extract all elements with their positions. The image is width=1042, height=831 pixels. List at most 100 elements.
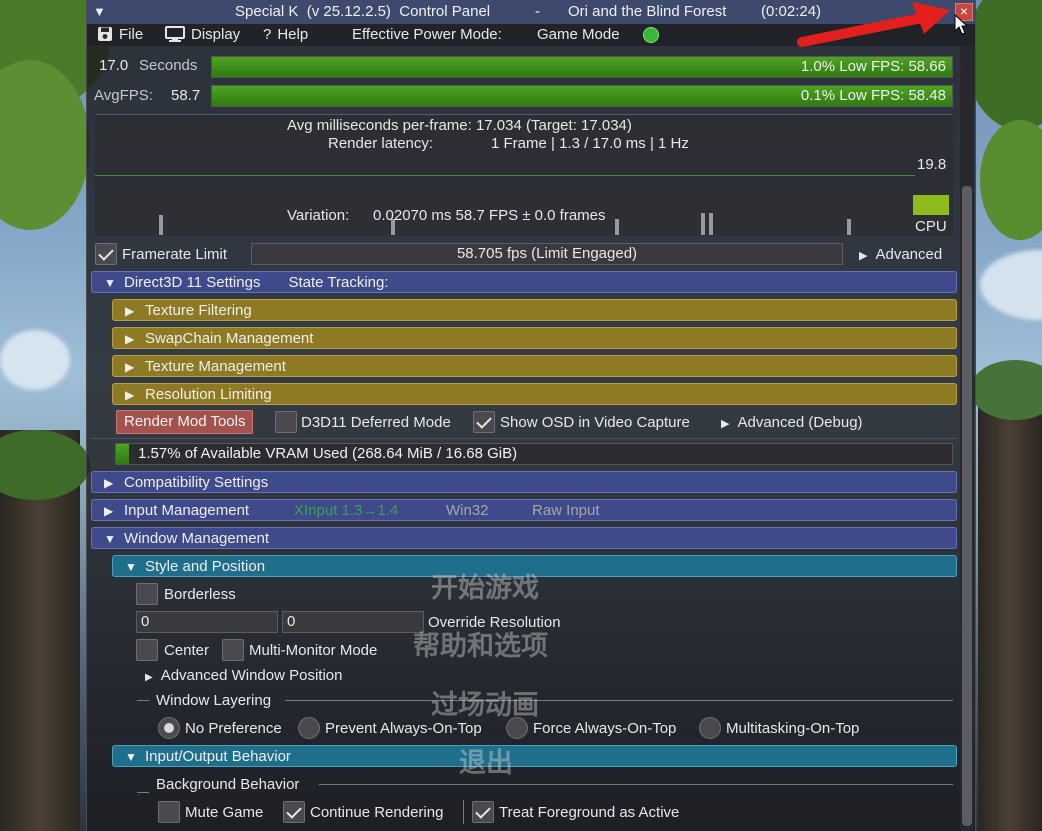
menu-help[interactable]: ? Help <box>263 24 308 46</box>
state-tracking-label: State Tracking: <box>288 274 389 291</box>
render-mod-tools-button[interactable]: Render Mod Tools <box>116 410 254 434</box>
vram-usage-text: 1.57% of Available VRAM Used (268.64 MiB… <box>138 445 518 462</box>
texture-filtering-header[interactable]: ▶ Texture Filtering <box>112 299 957 321</box>
input-management-label: Input Management <box>124 502 250 519</box>
menu-display[interactable]: Display <box>165 24 240 46</box>
divider <box>137 792 149 793</box>
game-menu-start: 开始游戏 <box>431 573 539 604</box>
scrollbar[interactable] <box>960 46 974 831</box>
advanced-debug-label: Advanced (Debug) <box>737 414 863 431</box>
avg-ms-text: Avg milliseconds per-frame: 17.034 (Targ… <box>287 117 632 134</box>
scrollbar-thumb[interactable] <box>962 186 972 826</box>
seconds-label: Seconds <box>139 57 198 74</box>
texture-management-header[interactable]: ▶ Texture Management <box>112 355 957 377</box>
framerate-limit-field[interactable]: 58.705 fps (Limit Engaged) <box>251 243 843 265</box>
low-1-fps-text: 1.0% Low FPS: 58.66 <box>800 58 946 75</box>
monitor-icon <box>165 26 185 42</box>
latency-label: Render latency: <box>328 135 434 152</box>
expand-triangle-icon: ▶ <box>125 332 135 346</box>
menu-file[interactable]: File <box>97 24 143 46</box>
resolution-height-input[interactable]: 0 <box>282 611 424 633</box>
avgfps-value: 58.7 <box>171 87 201 104</box>
framerate-advanced-label: Advanced <box>875 246 943 263</box>
seconds-value: 17.0 <box>99 57 129 74</box>
compatibility-settings-label: Compatibility Settings <box>124 474 269 491</box>
radio-prevent-always-on-top[interactable] <box>298 717 320 739</box>
mouse-cursor-icon <box>954 14 969 35</box>
show-osd-capture-label: Show OSD in Video Capture <box>500 414 690 431</box>
continue-rendering-checkbox[interactable] <box>283 801 305 823</box>
xinput-status: XInput 1.3→1.4 <box>294 502 399 519</box>
input-output-behavior-header[interactable]: ▼ Input/Output Behavior <box>112 745 957 767</box>
show-osd-capture-checkbox[interactable] <box>473 411 495 433</box>
control-panel-window: ▼ Special K (v 25.12.2.5) Control Panel … <box>86 0 976 831</box>
deferred-mode-label: D3D11 Deferred Mode <box>301 414 451 431</box>
low-1-fps-bar: 1.0% Low FPS: 58.66 <box>211 56 953 78</box>
divider <box>137 700 149 701</box>
raw-input-status: Raw Input <box>532 502 600 519</box>
swapchain-management-header[interactable]: ▶ SwapChain Management <box>112 327 957 349</box>
cpu-load-bar <box>913 195 949 215</box>
frametime-graph: Avg milliseconds per-frame: 17.034 (Targ… <box>95 114 953 236</box>
low-01-fps-bar: 0.1% Low FPS: 58.48 <box>211 85 953 107</box>
input-output-behavior-label: Input/Output Behavior <box>145 748 291 765</box>
divider <box>91 438 957 439</box>
multi-monitor-checkbox[interactable] <box>222 639 244 661</box>
mute-game-checkbox[interactable] <box>158 801 180 823</box>
frametime-spike <box>159 215 163 235</box>
tree-trunk <box>978 380 1042 831</box>
force-always-on-top-label: Force Always-On-Top <box>533 720 677 737</box>
power-mode-label: Effective Power Mode: <box>352 26 502 43</box>
window-management-header[interactable]: ▼ Window Management <box>91 527 957 549</box>
game-menu-help-options: 帮助和选项 <box>413 631 548 662</box>
d3d11-settings-header[interactable]: ▼ Direct3D 11 Settings State Tracking: <box>91 271 957 293</box>
game-menu-exit: 退出 <box>459 748 513 779</box>
collapse-triangle-icon: ▼ <box>125 560 137 574</box>
multitasking-on-top-label: Multitasking-On-Top <box>726 720 860 737</box>
window-layering-label: Window Layering <box>156 692 272 709</box>
resolution-limiting-label: Resolution Limiting <box>145 386 272 403</box>
borderless-checkbox[interactable] <box>136 583 158 605</box>
resolution-width-value: 0 <box>141 613 150 630</box>
vram-usage-fill <box>116 444 130 464</box>
deferred-mode-checkbox[interactable] <box>275 411 297 433</box>
multi-monitor-label: Multi-Monitor Mode <box>249 642 378 659</box>
texture-filtering-label: Texture Filtering <box>145 302 252 319</box>
divider <box>285 700 953 701</box>
window-management-label: Window Management <box>124 530 270 547</box>
radio-multitasking-on-top[interactable] <box>699 717 721 739</box>
cpu-label: CPU <box>915 218 947 235</box>
resolution-limiting-header[interactable]: ▶ Resolution Limiting <box>112 383 957 405</box>
center-checkbox[interactable] <box>136 639 158 661</box>
expand-triangle-icon: ▶ <box>125 388 135 402</box>
input-management-header[interactable]: ▶ Input Management XInput 1.3→1.4 Win32 R… <box>91 499 957 521</box>
framerate-limit-value: 58.705 fps (Limit Engaged) <box>456 245 638 262</box>
radio-no-preference[interactable] <box>158 717 180 739</box>
framerate-limit-checkbox[interactable] <box>95 243 117 265</box>
resolution-width-input[interactable]: 0 <box>136 611 278 633</box>
frametime-spike <box>709 213 713 235</box>
background-behavior-label: Background Behavior <box>156 776 300 793</box>
expand-triangle-icon: ▶ <box>104 476 114 490</box>
menu-file-label: File <box>119 26 144 43</box>
frametime-spike <box>615 219 619 235</box>
latency-value: 1 Frame | 1.3 / 17.0 ms | 1 Hz <box>491 135 689 152</box>
framerate-advanced-toggle[interactable]: ▶ Advanced <box>859 246 942 263</box>
texture-management-label: Texture Management <box>145 358 286 375</box>
compatibility-settings-header[interactable]: ▶ Compatibility Settings <box>91 471 957 493</box>
red-arrow-annotation <box>797 2 950 47</box>
advanced-debug-toggle[interactable]: ▶ Advanced (Debug) <box>721 414 863 431</box>
advanced-window-position-toggle[interactable]: ▶ Advanced Window Position <box>145 667 342 684</box>
prevent-always-on-top-label: Prevent Always-On-Top <box>325 720 482 737</box>
collapse-triangle-icon[interactable]: ▼ <box>93 0 106 24</box>
treat-foreground-checkbox[interactable] <box>472 801 494 823</box>
d3d11-settings-label: Direct3D 11 Settings <box>124 274 261 291</box>
win32-status: Win32 <box>446 502 489 519</box>
center-label: Center <box>164 642 210 659</box>
floppy-disk-icon <box>98 27 112 41</box>
borderless-label: Borderless <box>164 586 236 603</box>
title-separator: - <box>535 3 540 20</box>
variation-label: Variation: <box>287 207 350 224</box>
expand-triangle-icon: ▶ <box>125 304 135 318</box>
menu-display-label: Display <box>191 26 241 43</box>
